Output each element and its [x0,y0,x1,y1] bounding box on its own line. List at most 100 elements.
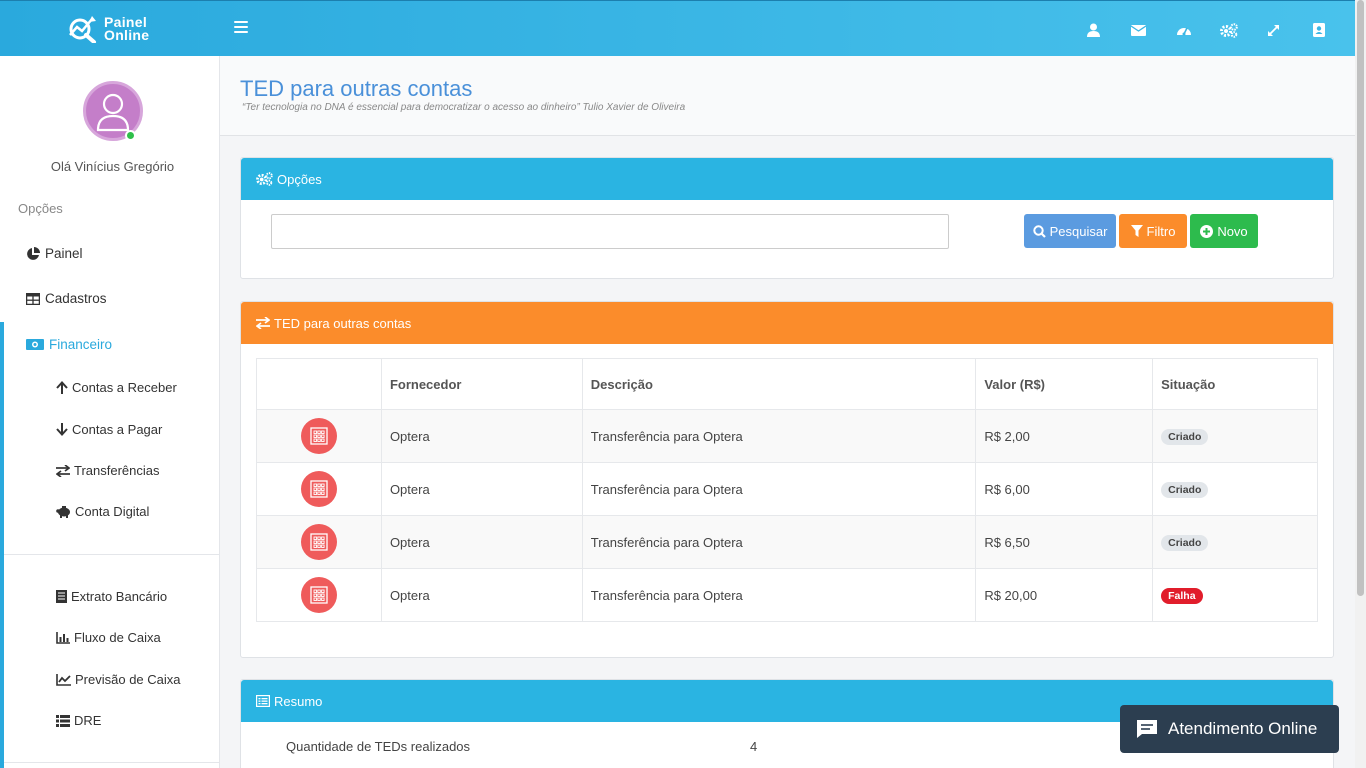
envelope-icon[interactable] [1116,19,1161,41]
ted-panel: TED para outras contas Fornecedor Descri… [240,301,1334,658]
table-row[interactable]: Optera Transferência para Optera R$ 20,00 F… [256,568,1318,622]
row-icon-cell [256,515,382,569]
cell-fornecedor: Optera [380,409,583,463]
options-panel: Opções Pesquisar Filtro Novo [240,157,1334,279]
cell-fornecedor: Optera [380,462,583,516]
sidebar-subitem-label: Contas a Receber [72,380,177,395]
sidebar-subitem-transferencias[interactable]: Transferências [56,463,160,478]
sidebar-subitem-contas-pagar[interactable]: Contas a Pagar [56,422,162,437]
new-button[interactable]: Novo [1190,214,1258,248]
page-title: TED para outras contas [240,76,473,101]
table-header-row: Fornecedor Descrição Valor (R$) Situação [256,358,1318,410]
column-header-situacao[interactable]: Situação [1152,358,1318,410]
bank-building-icon[interactable] [301,577,337,613]
sidebar-item-label: Cadastros [45,291,107,306]
cell-valor: R$ 2,00 [975,409,1154,463]
filter-button[interactable]: Filtro [1119,214,1187,248]
row-icon-cell [256,568,382,622]
sidebar-item-cadastros[interactable]: Cadastros [26,291,107,306]
column-header-descricao[interactable]: Descrição [581,358,977,410]
search-button-label: Pesquisar [1049,223,1108,239]
sidebar-item-label: Painel [45,246,83,261]
bank-building-icon[interactable] [301,524,337,560]
sidebar: Olá Vinícius Gregório Opções Painel Cada… [0,56,220,768]
filter-button-label: Filtro [1146,223,1176,239]
cell-fornecedor: Optera [380,568,583,622]
cell-fornecedor: Optera [380,515,583,569]
cell-situacao: Criado [1152,409,1318,463]
expand-icon[interactable] [1251,19,1296,41]
filter-icon [1130,225,1143,237]
sidebar-subitem-contas-receber[interactable]: Contas a Receber [56,380,177,395]
sidebar-subitem-label: Extrato Bancário [71,589,168,604]
arrow-up-icon [56,381,68,394]
arrow-down-icon [56,423,68,436]
online-support-label: Atendimento Online [1168,719,1318,738]
search-input[interactable] [271,214,949,249]
search-icon [1032,224,1046,238]
cell-valor: R$ 6,50 [975,515,1154,569]
sidebar-subitem-extrato[interactable]: Extrato Bancário [56,589,167,604]
new-button-label: Novo [1217,223,1248,239]
search-button[interactable]: Pesquisar [1024,214,1116,248]
table-row[interactable]: Optera Transferência para Optera R$ 2,00 Cr… [256,409,1318,463]
column-header-fornecedor[interactable]: Fornecedor [380,358,583,410]
options-panel-header: Opções [241,158,1333,200]
main-content: TED para outras contas “Ter tecnologia n… [220,56,1355,768]
plus-circle-icon [1200,224,1214,238]
sidebar-section-label: Opções [18,201,63,216]
row-icon-cell [256,409,382,463]
status-badge: Criado [1161,428,1209,445]
sidebar-subitem-label: Previsão de Caixa [75,672,181,687]
sidebar-subitem-label: Conta Digital [75,504,150,519]
logo-text-line2: Online [104,27,150,43]
pie-chart-icon [27,246,40,260]
scrollbar-thumb[interactable] [1357,0,1364,596]
piggy-bank-icon [56,506,70,518]
user-icon[interactable] [1071,19,1116,41]
dashboard-icon[interactable] [1161,19,1206,41]
sidebar-subitem-previsao-caixa[interactable]: Previsão de Caixa [56,672,181,687]
online-status-dot [125,130,136,141]
logo-icon [69,16,96,43]
column-header-valor[interactable]: Valor (R$) [975,358,1154,410]
summary-panel-title: Resumo [274,693,323,709]
table-row[interactable]: Optera Transferência para Optera R$ 6,50 Cr… [256,515,1318,569]
cogs-icon [256,172,273,186]
sidebar-subitem-fluxo-caixa[interactable]: Fluxo de Caixa [56,630,161,645]
bank-building-icon[interactable] [301,418,337,454]
summary-qty-value: 4 [750,739,758,754]
status-badge: Falha [1161,587,1203,604]
cell-situacao: Criado [1152,462,1318,516]
sidebar-subitem-dre[interactable]: DRE [56,713,101,728]
ted-panel-title: TED para outras contas [274,315,412,331]
exchange-icon [256,317,270,329]
line-chart-icon [56,673,71,686]
sidebar-item-painel[interactable]: Painel [26,246,83,261]
chat-icon [1137,720,1157,738]
table-icon [26,292,40,305]
sidebar-subitem-conta-digital[interactable]: Conta Digital [56,504,149,519]
money-icon [26,339,44,350]
online-support-button[interactable]: Atendimento Online [1120,705,1339,753]
address-book-icon[interactable] [1296,19,1341,41]
cell-descricao: Transferência para Optera [581,409,977,463]
menu-toggle-icon[interactable] [234,21,248,35]
page-subtitle: “Ter tecnologia no DNA é essencial para … [242,102,686,113]
table-row[interactable]: Optera Transferência para Optera R$ 6,00 Cr… [256,462,1318,516]
sidebar-item-label: Financeiro [49,337,113,352]
sidebar-item-financeiro[interactable]: Financeiro [26,337,112,352]
app-logo[interactable]: Painel Online [68,13,168,45]
page-header: TED para outras contas “Ter tecnologia n… [220,56,1355,136]
sidebar-divider [4,762,220,763]
active-section-indicator [0,322,4,768]
list-icon [56,714,70,727]
sidebar-subitem-label: DRE [74,713,102,728]
sidebar-subitem-label: Transferências [74,463,160,478]
status-badge: Criado [1161,481,1209,498]
page-scrollbar[interactable] [1355,0,1366,768]
bank-building-icon[interactable] [301,471,337,507]
cell-situacao: Falha [1152,568,1318,622]
cogs-icon[interactable] [1206,19,1251,41]
user-greeting: Olá Vinícius Gregório [50,159,175,174]
